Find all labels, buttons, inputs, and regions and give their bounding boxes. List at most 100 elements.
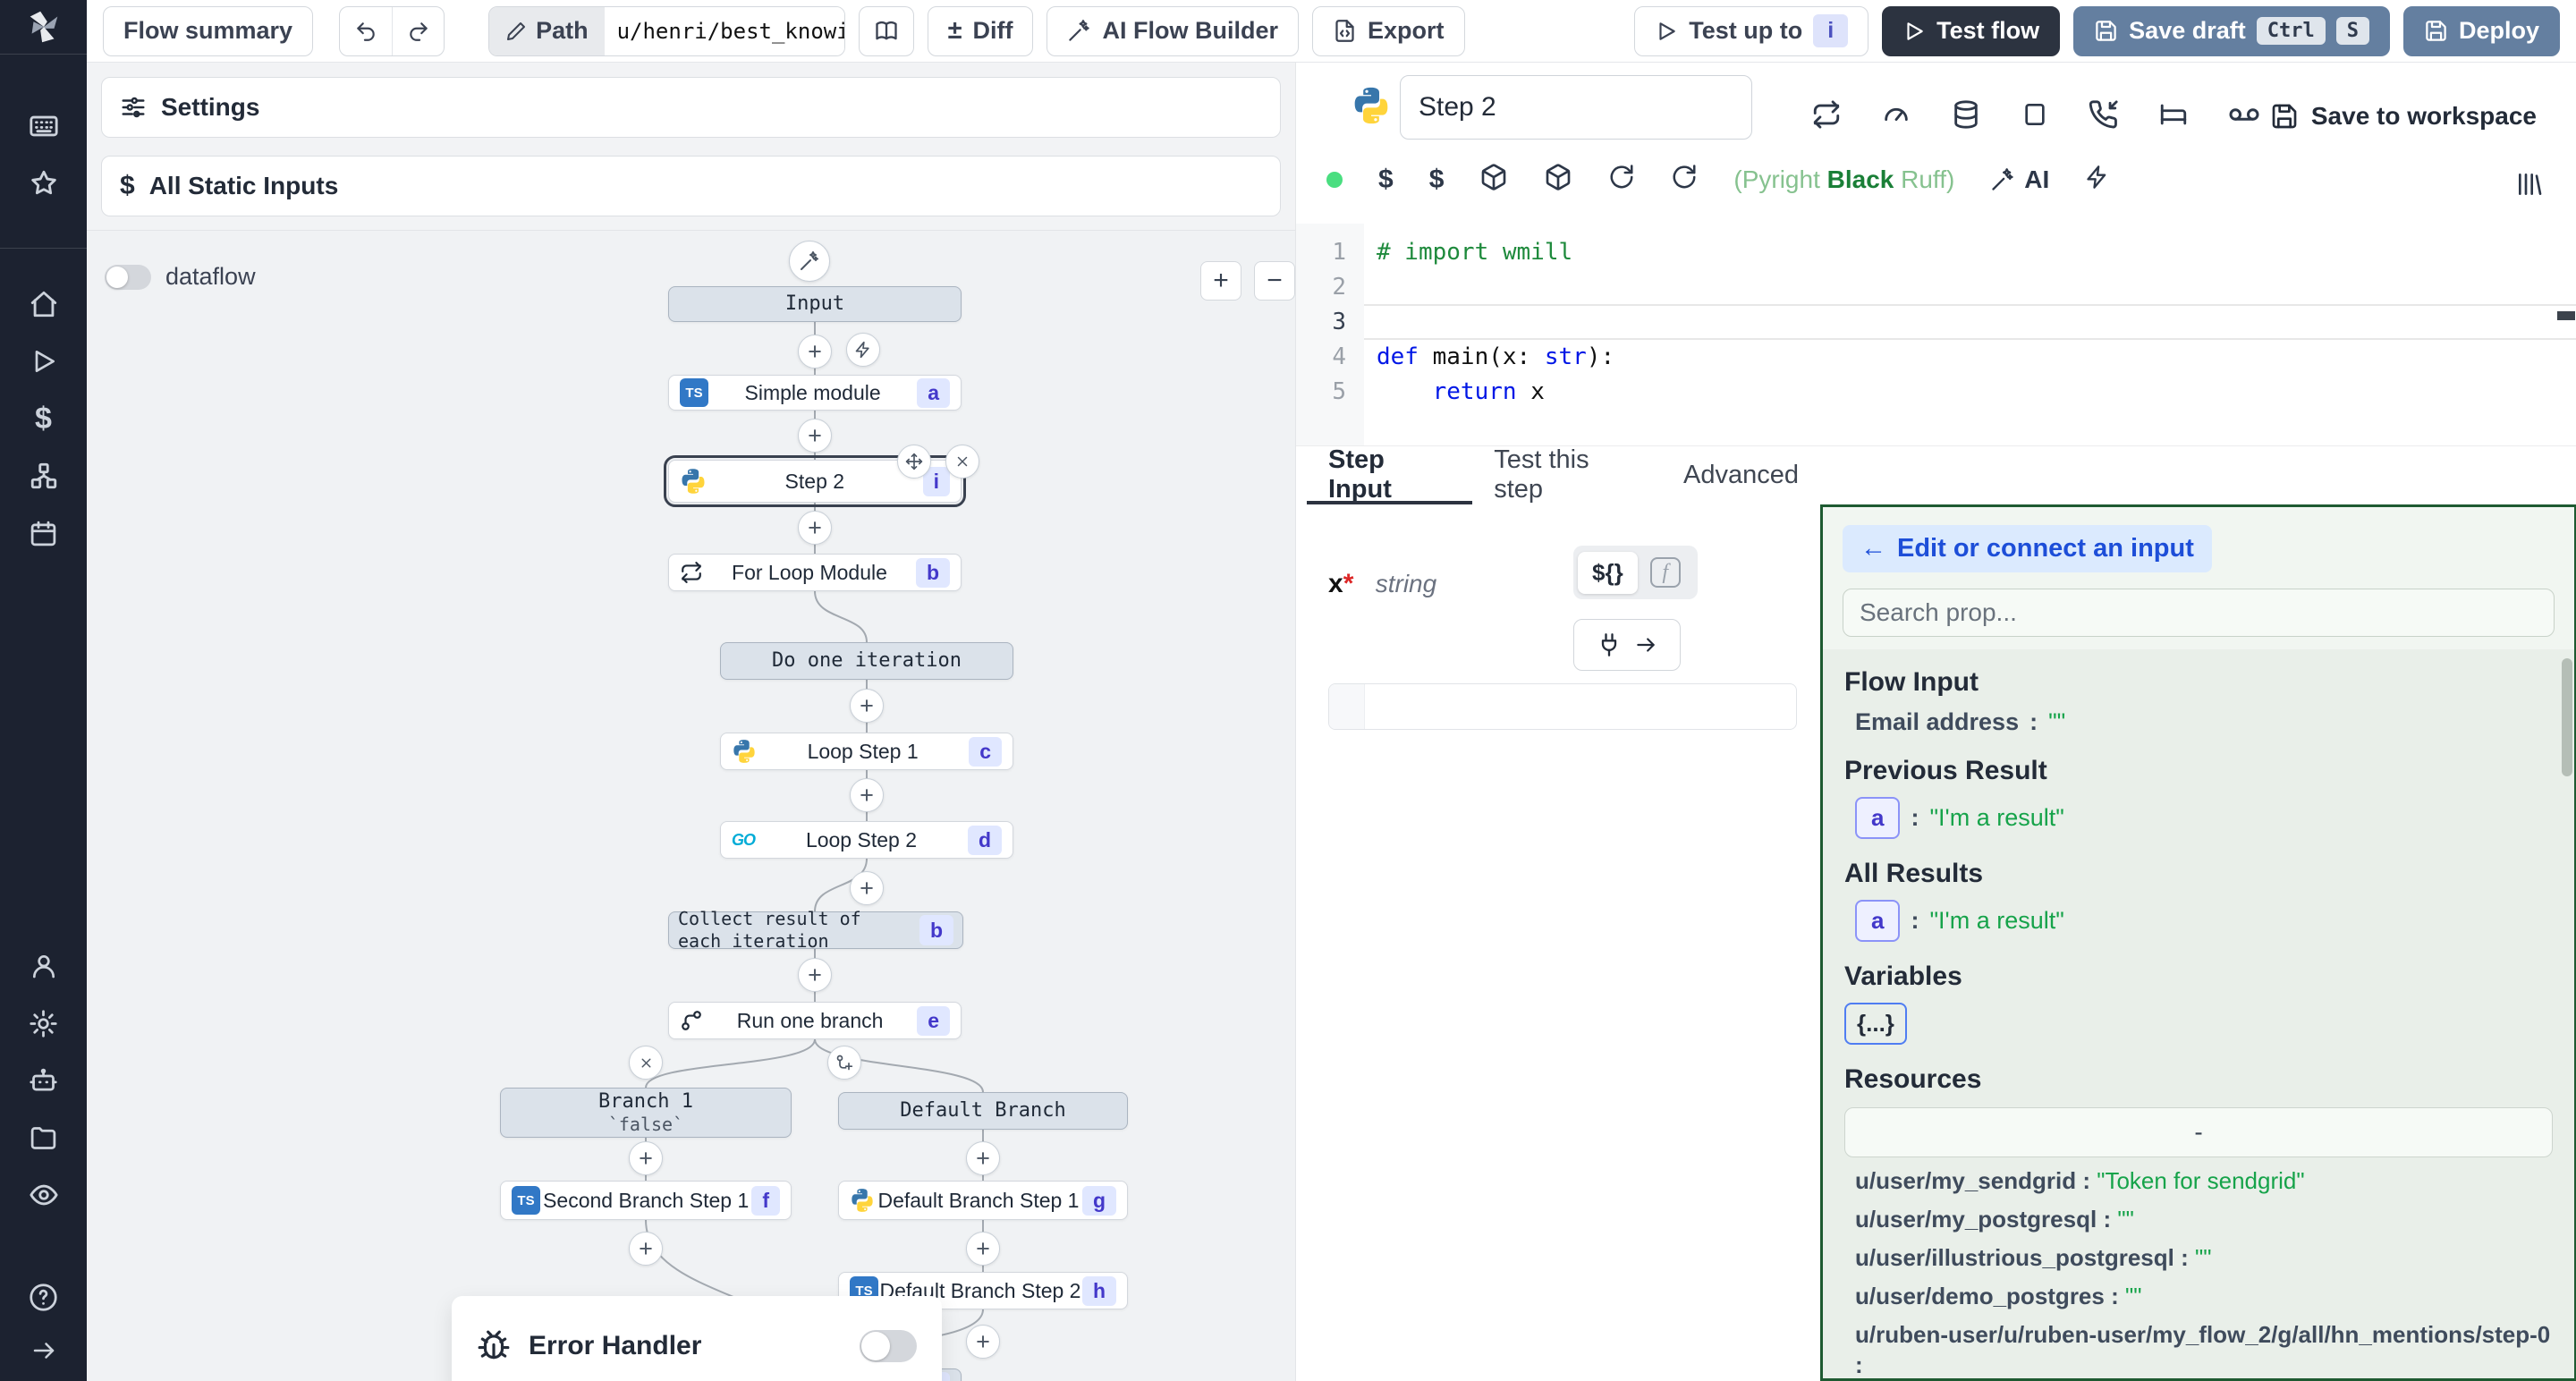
save-to-workspace-button[interactable]: Save to workspace [2270,102,2537,131]
search-prop-input[interactable] [1843,589,2555,637]
ai-assistant-button[interactable]: AI [1990,165,2049,194]
sidebar-item-settings[interactable] [0,995,87,1052]
add-step-button[interactable]: + [798,511,832,545]
cache-toggle-button[interactable] [1811,99,1842,134]
dataflow-toggle[interactable] [105,265,151,290]
save-draft-button[interactable]: Save draftCtrlS [2073,6,2390,56]
variables-picker-button[interactable]: $ [1378,165,1394,195]
test-up-to-button[interactable]: Test up toi [1634,6,1868,56]
add-branch-button[interactable] [827,1046,861,1080]
package-button-2[interactable] [1544,163,1572,196]
sidebar-item-help[interactable] [0,1268,87,1326]
flow-summary-button[interactable]: Flow summary [103,6,313,56]
sidebar-item-schedules[interactable] [0,504,87,562]
resource-row[interactable]: u/user/illustrious_postgresql : "" [1855,1242,2553,1273]
delete-step-button[interactable] [945,445,979,479]
add-step-button[interactable]: + [850,871,884,905]
add-step-button[interactable]: + [798,958,832,992]
remove-branch-button[interactable] [629,1046,663,1080]
resources-picker-button[interactable]: $ [1429,165,1445,195]
error-handler-toggle[interactable] [860,1330,917,1362]
add-step-button[interactable]: + [629,1141,663,1175]
add-step-button[interactable]: + [966,1141,1000,1175]
previous-result-row[interactable]: a : "I'm a result" [1855,797,2553,839]
all-results-row[interactable]: a : "I'm a result" [1855,900,2553,942]
zoom-in-button[interactable]: + [1200,261,1241,301]
node-for-loop[interactable]: For Loop Module b [668,554,962,591]
add-step-button[interactable]: + [966,1325,1000,1359]
reload-button-2[interactable] [1671,164,1698,195]
template-mode-button[interactable]: ${} [1578,552,1638,594]
code-editor[interactable]: 1# import wmill 2 3 4def main(x: str): 5… [1296,224,2576,445]
resource-row[interactable]: u/user/my_postgresql : "" [1855,1204,2553,1234]
sidebar-item-home[interactable] [0,275,87,333]
add-step-button[interactable]: + [798,419,832,453]
add-step-button[interactable]: + [966,1232,1000,1266]
node-default-branch-step-1[interactable]: Default Branch Step 1 g [838,1181,1128,1220]
deploy-button[interactable]: Deploy [2403,6,2560,56]
concurrency-button[interactable] [1881,99,1911,134]
resource-row[interactable]: u/user/demo_postgres : "" [1855,1281,2553,1311]
node-default-branch[interactable]: Default Branch [838,1092,1128,1130]
reload-button[interactable] [1608,164,1635,195]
mock-button[interactable] [2021,100,2049,133]
settings-card[interactable]: Settings [101,77,1281,138]
resources-filter-select[interactable]: - [1844,1107,2553,1157]
instant-preview-button[interactable] [2085,165,2110,194]
step-id-chip[interactable]: a [1855,797,1900,839]
sidebar-item-favorites[interactable] [0,155,87,212]
edit-or-connect-back-button[interactable]: ← Edit or connect an input [1843,525,2212,572]
connect-input-button[interactable] [1573,619,1681,671]
node-loop-step-2[interactable]: GO Loop Step 2 d [720,821,1013,859]
scrollbar-thumb[interactable] [2562,658,2572,776]
step-id-chip[interactable]: a [1855,900,1900,942]
node-collect-result[interactable]: Collect result of each iteration b [668,911,963,949]
trigger-button[interactable] [846,333,880,367]
move-step-button[interactable] [897,445,931,479]
test-flow-button[interactable]: Test flow [1882,6,2060,56]
node-loop-step-1[interactable]: Loop Step 1 c [720,733,1013,770]
node-input[interactable]: Input [668,286,962,322]
zoom-out-button[interactable]: − [1254,261,1295,301]
sidebar-collapse-button[interactable] [0,1326,87,1376]
ai-flow-builder-button[interactable]: AI Flow Builder [1046,6,1299,56]
sidebar-item-user[interactable] [0,937,87,995]
add-step-button[interactable]: + [850,778,884,812]
undo-button[interactable] [340,7,392,55]
add-step-button[interactable]: + [629,1232,663,1266]
tab-advanced[interactable]: Advanced [1662,445,1820,504]
node-simple-module[interactable]: TS Simple module a [668,375,962,411]
sidebar-item-runs[interactable] [0,333,87,390]
node-run-one-branch[interactable]: Run one branch e [668,1002,962,1039]
package-button[interactable] [1479,163,1508,196]
node-second-branch-step-1[interactable]: TS Second Branch Step 1 f [500,1181,792,1220]
variables-expand-chip[interactable]: {...} [1844,1003,1907,1045]
resource-row[interactable]: u/ruben-user/u/ruben-user/my_flow_2/g/al… [1855,1319,2553,1378]
cache-button[interactable] [1951,99,1981,134]
ai-suggest-button[interactable] [789,241,830,282]
path-value[interactable]: u/henri/best_knowi [605,7,844,55]
diff-button[interactable]: ±Diff [928,6,1034,56]
sleep-button[interactable] [2158,99,2189,134]
sidebar-item-folders[interactable] [0,1109,87,1166]
node-branch-1[interactable]: Branch 1 `false` [500,1088,792,1138]
schema-book-button[interactable] [859,6,914,56]
path-edit-button[interactable]: Path [489,7,605,55]
step-name-input[interactable] [1400,75,1752,140]
tab-step-input[interactable]: Step Input [1307,445,1472,504]
argument-value-editor[interactable] [1328,683,1797,730]
resource-row[interactable]: u/user/my_sendgrid : "Token for sendgrid… [1855,1165,2553,1196]
sidebar-item-audit-logs[interactable] [0,1166,87,1224]
sidebar-item-variables[interactable]: $ [0,390,87,447]
suspend-button[interactable] [2089,99,2119,134]
node-do-one-iteration[interactable]: Do one iteration [720,642,1013,680]
library-button[interactable] [2515,170,2544,203]
all-static-inputs-card[interactable]: $ All Static Inputs [101,156,1281,216]
sidebar-item-resources[interactable] [0,447,87,504]
sidebar-item-apps[interactable] [0,97,87,155]
export-button[interactable]: Export [1312,6,1465,56]
windmill-logo[interactable] [0,0,87,54]
retries-button[interactable] [2228,98,2260,135]
javascript-mode-button[interactable]: f [1638,550,1693,595]
sidebar-item-workers[interactable] [0,1052,87,1109]
